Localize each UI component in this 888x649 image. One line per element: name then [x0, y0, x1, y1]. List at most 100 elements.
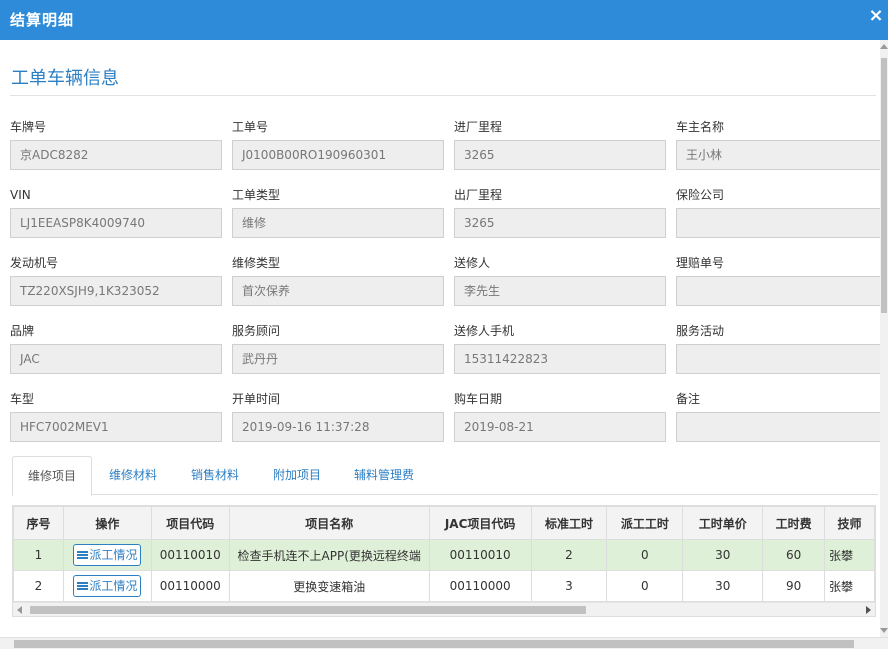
field-label: 发动机号 — [10, 256, 59, 270]
horizontal-scrollbar-thumb[interactable] — [14, 640, 854, 648]
repair-type-input[interactable]: 首次保养 — [232, 276, 444, 306]
table-row[interactable]: 2 派工情况 00110000 更换变速箱油 00110000 3 0 30 9… — [13, 570, 875, 602]
field-label: 理赔单号 — [676, 256, 725, 270]
field-sender-phone: 送修人手机 15311422823 — [454, 322, 666, 374]
field-label: 备注 — [676, 392, 701, 406]
cell-dispatch-hours: 0 — [606, 539, 684, 571]
dialog-title-bar: 结算明细 × — [0, 0, 888, 40]
field-label: 出厂里程 — [454, 188, 503, 202]
brand-input[interactable]: JAC — [10, 344, 222, 374]
column-header[interactable]: JAC项目代码 — [428, 506, 532, 540]
column-header[interactable]: 工时费 — [762, 506, 826, 540]
dispatch-status-button[interactable]: 派工情况 — [73, 575, 142, 597]
dialog-vertical-scrollbar[interactable] — [880, 40, 888, 637]
field-label: 品牌 — [10, 324, 35, 338]
column-header[interactable]: 技师 — [824, 506, 875, 540]
dialog-horizontal-scrollbar[interactable] — [0, 637, 888, 649]
field-label: 工单类型 — [232, 188, 281, 202]
column-header[interactable]: 序号 — [13, 506, 64, 540]
field-brand: 品牌 JAC — [10, 322, 222, 374]
field-label: 工单号 — [232, 120, 269, 134]
tab-repair-items[interactable]: 维修项目 — [12, 456, 92, 496]
field-label: 车主名称 — [676, 120, 725, 134]
purchase-date-input[interactable]: 2019-08-21 — [454, 412, 666, 442]
column-header[interactable]: 标准工时 — [530, 506, 608, 540]
dispatch-status-label: 派工情况 — [89, 548, 138, 562]
cell-technician: 张攀 — [824, 539, 875, 571]
work-order-number-input[interactable]: J0100B00RO190960301 — [232, 140, 444, 170]
cell-standard-hours: 3 — [530, 570, 608, 602]
tab-sales-materials[interactable]: 销售材料 — [176, 456, 254, 495]
field-plate-number: 车牌号 京ADC8282 — [10, 118, 222, 170]
tab-additional-items[interactable]: 附加项目 — [258, 456, 336, 495]
vertical-scrollbar-thumb[interactable] — [881, 58, 887, 313]
field-open-time: 开单时间 2019-09-16 11:37:28 — [232, 390, 444, 442]
cell-jac-code: 00110000 — [428, 570, 532, 602]
dispatch-status-button[interactable]: 派工情况 — [73, 544, 142, 566]
close-icon[interactable]: × — [867, 5, 885, 27]
cell-item-name: 检查手机连不上APP(更换远程终端 — [228, 539, 430, 571]
table-header-row: 序号 操作 项目代码 项目名称 JAC项目代码 标准工时 派工工时 工时单价 工… — [13, 506, 875, 540]
service-advisor-input[interactable]: 武丹丹 — [232, 344, 444, 374]
field-claim-number: 理赔单号 — [676, 254, 880, 306]
claim-number-input[interactable] — [676, 276, 880, 306]
vehicle-model-input[interactable]: HFC7002MEV1 — [10, 412, 222, 442]
field-purchase-date: 购车日期 2019-08-21 — [454, 390, 666, 442]
remarks-input[interactable] — [676, 412, 880, 442]
field-service-advisor: 服务顾问 武丹丹 — [232, 322, 444, 374]
open-time-input[interactable]: 2019-09-16 11:37:28 — [232, 412, 444, 442]
field-vehicle-model: 车型 HFC7002MEV1 — [10, 390, 222, 442]
section-title: 工单车辆信息 — [11, 68, 119, 89]
sender-input[interactable]: 李先生 — [454, 276, 666, 306]
column-header[interactable]: 项目代码 — [150, 506, 230, 540]
plate-number-input[interactable]: 京ADC8282 — [10, 140, 222, 170]
tab-auxiliary-fee[interactable]: 辅料管理费 — [340, 456, 428, 495]
cell-labor-fee: 60 — [762, 539, 826, 571]
dialog-content: 工单车辆信息 车牌号 京ADC8282 工单号 J0100B00RO190960… — [0, 40, 880, 637]
insurance-company-input[interactable] — [676, 208, 880, 238]
field-sender: 送修人 李先生 — [454, 254, 666, 306]
column-header[interactable]: 操作 — [62, 506, 152, 540]
repair-items-grid: 序号 操作 项目代码 项目名称 JAC项目代码 标准工时 派工工时 工时单价 工… — [12, 505, 876, 617]
section-divider — [10, 95, 876, 96]
field-exit-mileage: 出厂里程 3265 — [454, 186, 666, 238]
owner-name-input[interactable]: 王小林 — [676, 140, 880, 170]
grid-scrollbar-thumb[interactable] — [30, 606, 586, 614]
scroll-left-arrow-icon[interactable] — [17, 606, 22, 614]
engine-number-input[interactable]: TZ220XSJH9,1K323052 — [10, 276, 222, 306]
scroll-up-arrow-icon[interactable] — [880, 44, 888, 49]
field-label: 送修人手机 — [454, 324, 515, 338]
field-label: 服务顾问 — [232, 324, 281, 338]
work-order-type-input[interactable]: 维修 — [232, 208, 444, 238]
vin-input[interactable]: LJ1EEASP8K4009740 — [10, 208, 222, 238]
field-remarks: 备注 — [676, 390, 880, 442]
list-icon — [77, 582, 89, 591]
cell-technician: 张攀 — [824, 570, 875, 602]
list-icon — [77, 551, 89, 560]
field-work-order-number: 工单号 J0100B00RO190960301 — [232, 118, 444, 170]
dispatch-status-label: 派工情况 — [89, 579, 138, 593]
sender-phone-input[interactable]: 15311422823 — [454, 344, 666, 374]
field-vin: VIN LJ1EEASP8K4009740 — [10, 186, 222, 238]
field-engine-number: 发动机号 TZ220XSJH9,1K323052 — [10, 254, 222, 306]
cell-jac-code: 00110010 — [428, 539, 532, 571]
field-label: VIN — [10, 188, 31, 202]
service-activity-input[interactable] — [676, 344, 880, 374]
repair-items-table: 序号 操作 项目代码 项目名称 JAC项目代码 标准工时 派工工时 工时单价 工… — [13, 506, 875, 602]
grid-horizontal-scrollbar[interactable] — [13, 602, 875, 616]
field-label: 维修类型 — [232, 256, 281, 270]
column-header[interactable]: 派工工时 — [606, 506, 684, 540]
entry-mileage-input[interactable]: 3265 — [454, 140, 666, 170]
scroll-right-arrow-icon[interactable] — [866, 606, 871, 614]
exit-mileage-input[interactable]: 3265 — [454, 208, 666, 238]
tab-repair-materials[interactable]: 维修材料 — [94, 456, 172, 495]
field-label: 购车日期 — [454, 392, 503, 406]
field-label: 车牌号 — [10, 120, 47, 134]
column-header[interactable]: 工时单价 — [682, 506, 764, 540]
cell-item-name: 更换变速箱油 — [228, 570, 430, 602]
field-owner-name: 车主名称 王小林 — [676, 118, 880, 170]
table-row[interactable]: 1 派工情况 00110010 检查手机连不上APP(更换远程终端 001100… — [13, 539, 875, 571]
scroll-down-arrow-icon[interactable] — [880, 628, 888, 633]
field-label: 进厂里程 — [454, 120, 503, 134]
column-header[interactable]: 项目名称 — [228, 506, 430, 540]
